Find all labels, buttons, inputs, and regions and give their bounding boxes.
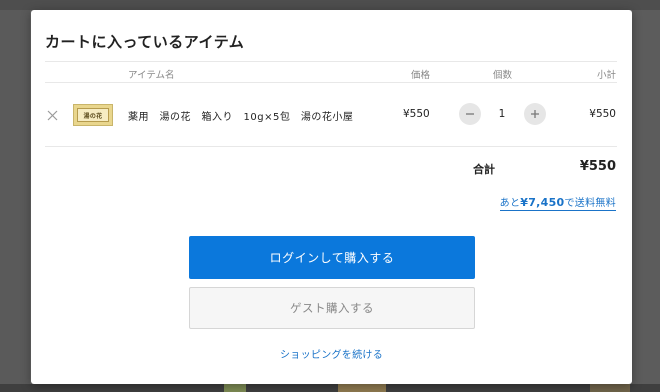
login-purchase-button[interactable]: ログインして購入する bbox=[189, 236, 475, 279]
background-product-image bbox=[338, 384, 386, 392]
free-shipping-amount: ¥7,450 bbox=[520, 196, 565, 209]
divider bbox=[45, 146, 617, 147]
background-product-image bbox=[224, 384, 246, 392]
decrease-quantity-button[interactable] bbox=[459, 103, 481, 125]
background-page-bottom bbox=[0, 384, 660, 392]
divider bbox=[45, 61, 617, 62]
column-header-quantity: 個数 bbox=[493, 70, 513, 81]
product-thumbnail[interactable]: 湯の花 bbox=[73, 104, 113, 126]
minus-icon bbox=[466, 113, 474, 115]
column-header-price: 価格 bbox=[411, 70, 431, 81]
remove-item-button[interactable] bbox=[45, 108, 59, 122]
column-header-subtotal: 小計 bbox=[596, 70, 616, 81]
product-subtotal: ¥550 bbox=[589, 108, 616, 120]
background-page-top bbox=[0, 0, 660, 10]
cart-modal: カートに入っているアイテム アイテム名 価格 個数 小計 湯の花 薬用 湯の花 … bbox=[31, 10, 632, 384]
increase-quantity-button[interactable] bbox=[524, 103, 546, 125]
free-shipping-prefix: あと bbox=[499, 198, 521, 209]
plus-icon bbox=[531, 110, 539, 118]
column-header-name: アイテム名 bbox=[128, 70, 175, 81]
product-thumbnail-label: 湯の花 bbox=[77, 108, 109, 122]
background-page-right bbox=[632, 0, 660, 392]
close-icon bbox=[47, 110, 57, 120]
background-page-left bbox=[0, 0, 30, 392]
free-shipping-link[interactable]: あと¥7,450で送料無料 bbox=[499, 194, 616, 211]
continue-shopping-link[interactable]: ショッピングを続ける bbox=[31, 346, 632, 361]
product-price: ¥550 bbox=[403, 108, 430, 120]
modal-title: カートに入っているアイテム bbox=[45, 33, 245, 51]
guest-purchase-button[interactable]: ゲスト購入する bbox=[189, 287, 475, 329]
product-name: 薬用 湯の花 箱入り 10g×5包 湯の花小屋 bbox=[128, 112, 354, 123]
divider bbox=[45, 82, 617, 83]
free-shipping-suffix: で送料無料 bbox=[564, 198, 616, 209]
total-value: ¥550 bbox=[579, 159, 616, 174]
total-label: 合計 bbox=[473, 163, 495, 176]
background-product-image bbox=[590, 384, 630, 392]
quantity-value[interactable]: 1 bbox=[496, 108, 508, 120]
